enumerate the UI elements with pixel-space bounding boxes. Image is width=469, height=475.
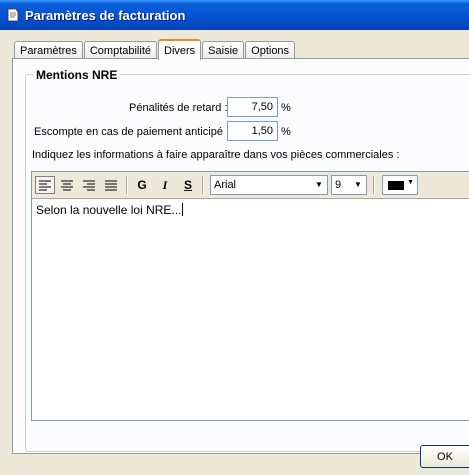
app-icon	[7, 8, 19, 22]
size-select-value: 9	[335, 179, 342, 191]
editor-text: Selon la nouvelle loi NRE...	[36, 203, 182, 217]
window-body: Paramètres Comptabilité Divers Saisie Op…	[0, 30, 469, 475]
escompte-label: Escompte en cas de paiement anticipé :	[34, 126, 230, 138]
penalites-percent: %	[281, 102, 291, 114]
penalites-input[interactable]: 7,50	[227, 97, 278, 117]
toolbar-separator	[126, 176, 128, 194]
title-bar: Paramètres de facturation	[0, 0, 469, 30]
formatting-toolbar: G I S Arial ▼ 9 ▼ ▼	[32, 172, 469, 199]
chevron-down-icon: ▼	[407, 179, 414, 186]
ok-button[interactable]: OK	[420, 445, 469, 468]
strike-button[interactable]: S	[178, 176, 198, 194]
group-title: Mentions NRE	[33, 68, 121, 82]
info-label: Indiquez les informations à faire appara…	[32, 149, 400, 161]
align-right-icon	[83, 180, 95, 190]
justify-button[interactable]	[101, 176, 121, 194]
align-left-button[interactable]	[35, 176, 55, 194]
italic-button[interactable]: I	[155, 176, 175, 194]
penalites-label: Pénalités de retard :	[129, 102, 228, 114]
font-select[interactable]: Arial ▼	[210, 175, 328, 195]
tab-strip: Paramètres Comptabilité Divers Saisie Op…	[14, 39, 296, 60]
size-select[interactable]: 9 ▼	[331, 175, 367, 195]
tab-panel-divers: Mentions NRE Pénalités de retard : 7,50 …	[12, 58, 469, 454]
font-select-value: Arial	[214, 179, 237, 191]
text-color-button[interactable]: ▼	[382, 175, 418, 195]
bold-button[interactable]: G	[132, 176, 152, 194]
rich-text-editor: G I S Arial ▼ 9 ▼ ▼ Selon la nouvelle lo…	[31, 171, 469, 421]
color-swatch	[388, 181, 404, 190]
chevron-down-icon: ▼	[315, 180, 323, 189]
editor-content[interactable]: Selon la nouvelle loi NRE...	[36, 203, 184, 217]
toolbar-separator	[202, 176, 204, 194]
toolbar-separator	[373, 176, 375, 194]
justify-icon	[105, 180, 117, 190]
escompte-input[interactable]: 1,50	[227, 121, 278, 141]
tab-comptabilite[interactable]: Comptabilité	[83, 41, 157, 59]
escompte-percent: %	[281, 126, 291, 138]
tab-divers[interactable]: Divers	[158, 39, 202, 60]
align-left-icon	[39, 180, 51, 190]
align-right-button[interactable]	[79, 176, 99, 194]
tab-options[interactable]: Options	[245, 41, 296, 59]
align-center-button[interactable]	[57, 176, 77, 194]
tab-parametres[interactable]: Paramètres	[14, 41, 83, 59]
chevron-down-icon: ▼	[354, 180, 362, 189]
window-title: Paramètres de facturation	[25, 7, 186, 23]
align-center-icon	[61, 180, 73, 190]
tab-saisie[interactable]: Saisie	[202, 41, 245, 59]
text-caret	[182, 203, 184, 216]
